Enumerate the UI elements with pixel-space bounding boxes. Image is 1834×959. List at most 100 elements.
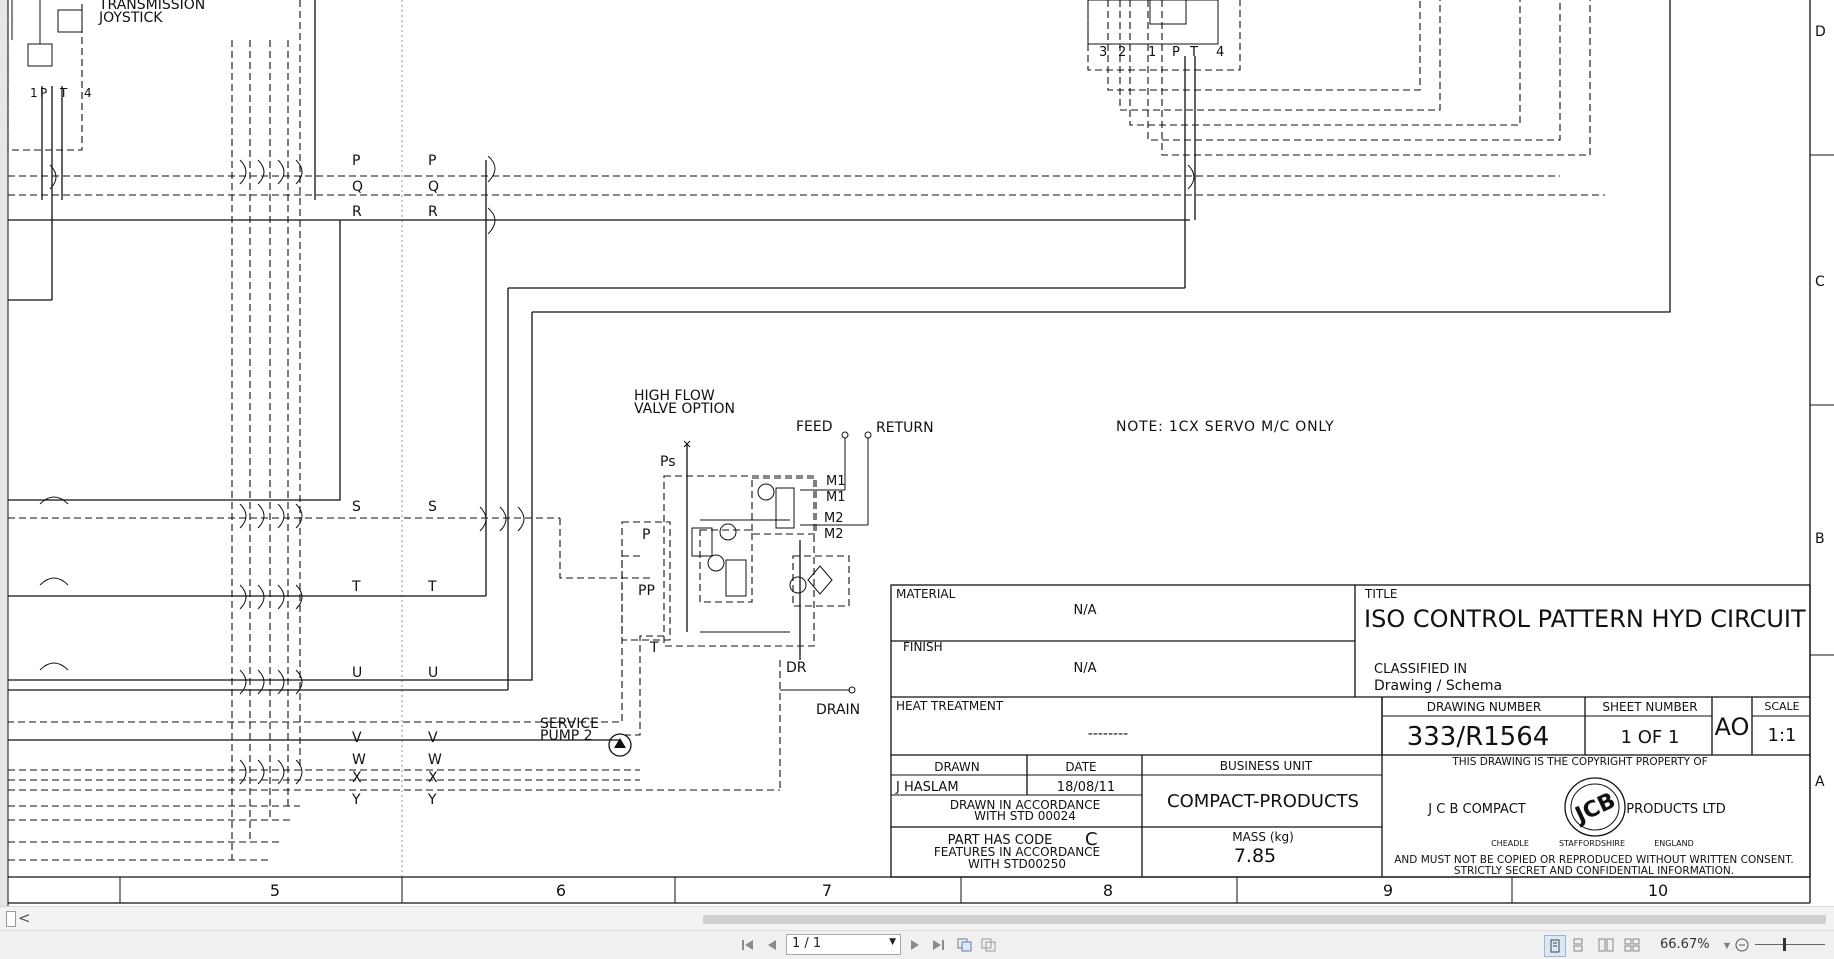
zoom-slider-thumb[interactable] <box>1783 938 1786 951</box>
next-page-icon[interactable] <box>907 935 923 955</box>
svg-text:1: 1 <box>1148 45 1156 60</box>
drawing-number-value: 333/R1564 <box>1407 722 1550 752</box>
svg-text:X: X <box>428 770 438 786</box>
horizontal-scrollbar[interactable]: < <box>0 906 1834 931</box>
row-letter-c: C <box>1815 274 1825 290</box>
svg-text:S: S <box>352 499 361 515</box>
svg-text:P: P <box>1172 45 1180 60</box>
finish-label: FINISH <box>903 640 943 654</box>
top-right-valve-symbol: 3 2 1 P T 4 <box>1087 0 1591 288</box>
svg-text:4: 4 <box>84 86 92 100</box>
jcb-logo: JCB <box>1564 777 1626 837</box>
business-unit-value: COMPACT-PRODUCTS <box>1167 791 1359 812</box>
zoom-level[interactable]: 66.67% <box>1660 937 1710 952</box>
svg-text:X: X <box>352 770 362 786</box>
scrollbar-thumb[interactable] <box>703 915 1826 924</box>
zoom-dropdown-icon[interactable]: ▼ <box>1722 935 1732 955</box>
drawing-title: ISO CONTROL PATTERN HYD CIRCUIT <box>1364 605 1806 633</box>
bus-labels-right: P Q R S T U V W X Y <box>427 153 442 808</box>
ps-label: Ps <box>660 454 676 470</box>
svg-text:M2: M2 <box>824 527 844 542</box>
notice-line2: STRICTLY SECRET AND CONFIDENTIAL INFORMA… <box>1454 865 1734 877</box>
svg-text:M2: M2 <box>824 511 844 526</box>
finish-value: N/A <box>1074 661 1097 676</box>
features-line2: WITH STD00250 <box>968 857 1066 871</box>
chevron-down-icon: ▼ <box>889 937 896 947</box>
svg-text:R: R <box>352 204 362 220</box>
drawn-value: J HASLAM <box>895 780 959 795</box>
continuous-facing-view-icon[interactable] <box>1622 935 1642 955</box>
previous-page-icon[interactable] <box>764 935 780 955</box>
column-number-8: 8 <box>1103 881 1113 900</box>
svg-text:M1: M1 <box>826 490 846 505</box>
material-label: MATERIAL <box>896 587 956 601</box>
column-number-6: 6 <box>556 881 566 900</box>
svg-text:Y: Y <box>351 792 361 808</box>
classified-value: Drawing / Schema <box>1374 678 1502 694</box>
page-edge <box>0 0 8 906</box>
column-number-10: 10 <box>1648 881 1668 900</box>
svg-text:U: U <box>428 665 438 681</box>
heat-treatment-label: HEAT TREATMENT <box>896 699 1004 713</box>
copyright-line: THIS DRAWING IS THE COPYRIGHT PROPERTY O… <box>1451 756 1707 768</box>
row-letter-a: A <box>1815 774 1825 790</box>
single-page-view-icon[interactable] <box>1544 935 1566 957</box>
service-pump-label-line2: PUMP 2 <box>540 728 593 744</box>
feed-label: FEED <box>796 419 833 435</box>
date-value: 18/08/11 <box>1057 780 1115 795</box>
row-letter-d: D <box>1815 24 1826 40</box>
zoom-slider[interactable] <box>1755 944 1825 945</box>
mass-value: 7.85 <box>1234 845 1276 867</box>
continuous-view-icon[interactable] <box>1568 935 1588 955</box>
joystick-label-line2: JOYSTICK <box>98 10 163 26</box>
svg-text:R: R <box>428 204 438 220</box>
drawn-label: DRAWN <box>934 760 980 774</box>
t-port-label: T <box>649 640 659 656</box>
page-number-select[interactable]: 1 / 1 ▼ <box>786 934 901 955</box>
svg-text:V: V <box>428 730 438 746</box>
svg-text:P: P <box>40 86 47 100</box>
svg-text:3: 3 <box>1099 45 1107 60</box>
schematic-drawing: D C B A 5 6 7 8 9 10 TRANSMISSION JOYSTI… <box>0 0 1834 906</box>
facing-view-icon[interactable] <box>1596 935 1616 955</box>
svg-text:W: W <box>352 752 366 768</box>
drawing-number-label: DRAWING NUMBER <box>1427 700 1541 714</box>
panel-toggle-icon[interactable] <box>6 911 16 927</box>
column-number-5: 5 <box>270 881 280 900</box>
svg-text:Y: Y <box>427 792 437 808</box>
last-page-icon[interactable] <box>929 935 947 955</box>
bottom-toolbar: 1 / 1 ▼ 66.67% ▼ <box>0 930 1834 959</box>
location-cheadle: CHEADLE <box>1491 839 1529 848</box>
bus-labels-left: P Q R S T U V W X Y <box>351 153 366 808</box>
page-number-value: 1 / 1 <box>792 936 822 951</box>
scale-label: SCALE <box>1764 700 1799 713</box>
sheet-number-label: SHEET NUMBER <box>1602 700 1697 714</box>
first-page-icon[interactable] <box>740 935 756 955</box>
company-name-right: PRODUCTS LTD <box>1626 802 1725 817</box>
svg-text:W: W <box>428 752 442 768</box>
copy-page-icon[interactable] <box>956 935 974 955</box>
title-label: TITLE <box>1364 587 1397 601</box>
high-flow-label-line2: VALVE OPTION <box>634 401 735 417</box>
transmission-joystick-symbol: TRANSMISSION JOYSTICK 1 P T 4 <box>7 0 205 301</box>
drain-label: DRAIN <box>816 702 860 718</box>
dr-label: DR <box>786 660 807 676</box>
zoom-out-icon[interactable] <box>1734 935 1750 955</box>
scroll-left-button[interactable]: < <box>18 909 31 927</box>
heat-treatment-value: -------- <box>1088 726 1128 742</box>
svg-text:U: U <box>352 665 362 681</box>
svg-text:P: P <box>428 153 436 169</box>
svg-text:T: T <box>351 579 361 595</box>
mass-label: MASS (kg) <box>1232 830 1294 844</box>
note-text: NOTE: 1CX SERVO M/C ONLY <box>1116 419 1334 435</box>
pp-port-label: PP <box>638 583 655 599</box>
scale-value: 1:1 <box>1768 725 1797 746</box>
svg-text:M1: M1 <box>826 474 846 489</box>
return-label: RETURN <box>876 420 934 436</box>
svg-text:V: V <box>352 730 362 746</box>
paste-page-icon[interactable] <box>980 935 998 955</box>
svg-text:Q: Q <box>352 179 363 195</box>
column-number-7: 7 <box>822 881 832 900</box>
pdf-viewer: D C B A 5 6 7 8 9 10 TRANSMISSION JOYSTI… <box>0 0 1834 959</box>
svg-text:Q: Q <box>428 179 439 195</box>
